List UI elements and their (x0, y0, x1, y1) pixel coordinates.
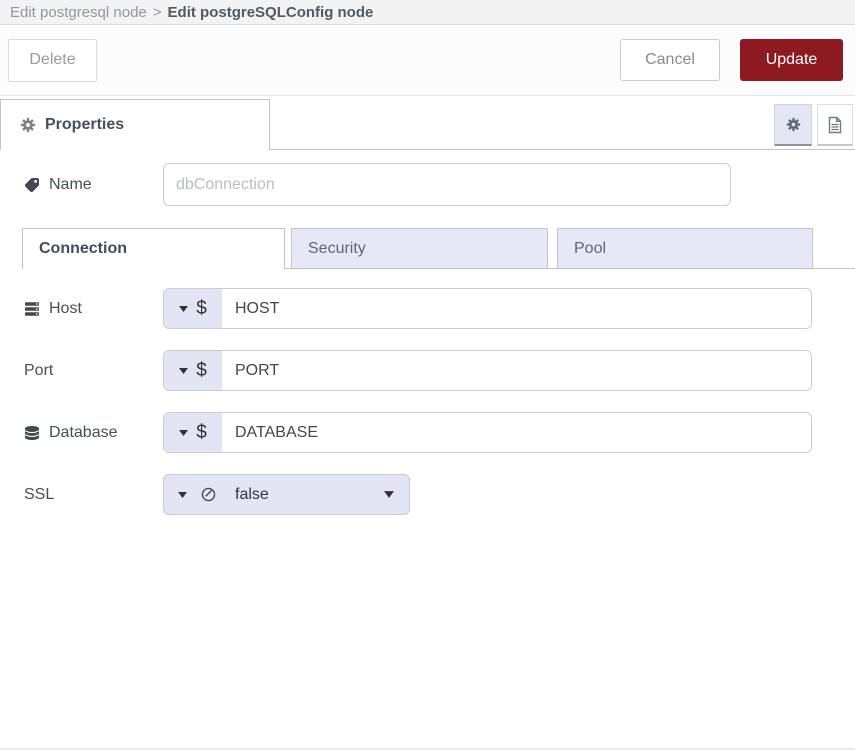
database-type-select-button[interactable]: $ (164, 413, 222, 452)
bool-icon (200, 486, 217, 503)
tab-properties[interactable]: Properties (0, 99, 270, 150)
ssl-label-text: SSL (24, 486, 54, 504)
env-var-type-icon: $ (196, 422, 207, 444)
chevron-down-icon (179, 306, 188, 312)
port-label-text: Port (24, 362, 53, 380)
ssl-value: false (235, 486, 269, 504)
breadcrumb-parent-link[interactable]: Edit postgresql node (10, 4, 147, 21)
port-typed-input: $ (163, 350, 812, 391)
database-typed-input: $ (163, 412, 812, 453)
toolbar: Delete Cancel Update (0, 25, 855, 96)
delete-button[interactable]: Delete (8, 39, 97, 82)
connection-fields: Host $ Port (24, 288, 855, 515)
host-row: Host $ (24, 288, 855, 329)
port-row: Port $ (24, 350, 855, 391)
gear-icon (786, 117, 801, 132)
env-var-type-icon: $ (196, 360, 207, 382)
tab-connection[interactable]: Connection (22, 228, 285, 269)
name-label: Name (24, 176, 163, 194)
name-row: Name (24, 163, 855, 206)
server-icon (24, 301, 40, 317)
tab-pool[interactable]: Pool (557, 228, 813, 268)
chevron-down-icon (384, 491, 394, 498)
database-input[interactable] (222, 413, 811, 452)
breadcrumb-separator: > (153, 4, 162, 21)
database-label-text: Database (49, 424, 118, 442)
tab-security[interactable]: Security (291, 228, 548, 268)
properties-panel: Name Connection Security Pool (0, 150, 855, 515)
config-tabs: Connection Security Pool (22, 228, 855, 269)
database-row: Database $ (24, 412, 855, 453)
host-label-text: Host (49, 300, 82, 318)
ssl-row: SSL false (24, 474, 855, 515)
tab-pool-label: Pool (574, 240, 606, 258)
port-label: Port (24, 362, 163, 380)
database-label: Database (24, 424, 163, 442)
description-button[interactable] (817, 104, 853, 146)
chevron-down-icon (178, 492, 187, 498)
chevron-down-icon (179, 430, 188, 436)
name-label-text: Name (49, 176, 92, 194)
host-label: Host (24, 300, 163, 318)
host-typed-input: $ (163, 288, 812, 329)
tab-connection-label: Connection (39, 240, 127, 258)
update-button[interactable]: Update (740, 39, 843, 81)
env-var-type-icon: $ (196, 298, 207, 320)
host-input[interactable] (222, 289, 811, 328)
port-input[interactable] (222, 351, 811, 390)
doc-icon (827, 116, 843, 134)
port-type-select-button[interactable]: $ (164, 351, 222, 390)
host-type-select-button[interactable]: $ (164, 289, 222, 328)
tab-security-label: Security (308, 240, 366, 258)
tag-icon (24, 177, 40, 193)
chevron-down-icon (179, 368, 188, 374)
editor-header: Properties (0, 96, 855, 150)
name-input[interactable] (163, 163, 731, 206)
cancel-button[interactable]: Cancel (620, 39, 720, 81)
tab-properties-label: Properties (45, 116, 124, 134)
edit-properties-button[interactable] (774, 104, 812, 146)
ssl-label: SSL (24, 486, 163, 504)
breadcrumb-current: Edit postgreSQLConfig node (168, 4, 374, 21)
ssl-select[interactable]: false (163, 474, 410, 515)
gear-icon (20, 117, 36, 133)
database-icon (24, 425, 40, 441)
breadcrumb: Edit postgresql node > Edit postgreSQLCo… (0, 0, 855, 25)
